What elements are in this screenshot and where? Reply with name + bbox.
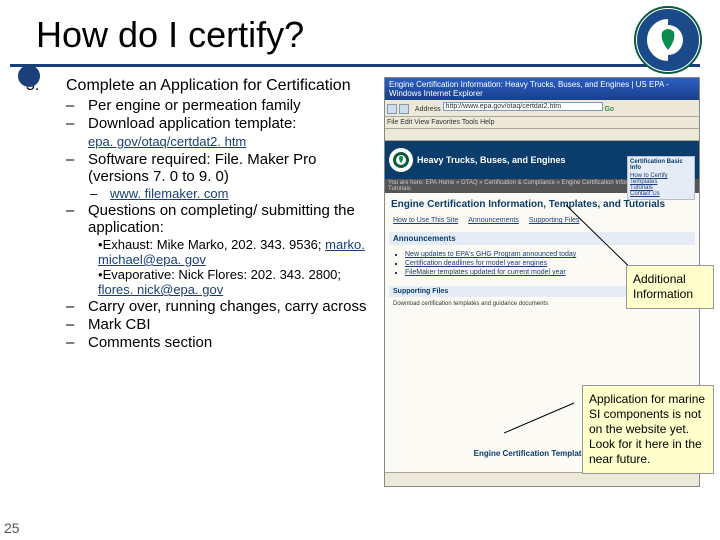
callout-marine-si: Application for marine SI components is … bbox=[582, 385, 714, 474]
nav-link: How to Use This Site bbox=[393, 217, 458, 224]
epa-logo bbox=[634, 6, 702, 74]
browser-toolbar: Address http://www.epa.gov/otaq/certdat2… bbox=[385, 100, 699, 117]
status-bar bbox=[385, 472, 699, 486]
contact-evaporative: Evaporative: Nick Flores: 202. 343. 2800… bbox=[103, 267, 341, 282]
step-heading: Complete an Application for Certificatio… bbox=[66, 77, 378, 95]
bullet-software-required: Software required: File. Maker Pro (vers… bbox=[88, 151, 378, 185]
address-bar: http://www.epa.gov/otaq/certdat2.htm bbox=[443, 102, 603, 111]
bullet-engine-family: Per engine or permeation family bbox=[88, 97, 378, 114]
content-outline: 5. Complete an Application for Certifica… bbox=[26, 77, 378, 487]
bullet-mark-cbi: Mark CBI bbox=[88, 316, 378, 333]
page-number: 25 bbox=[4, 520, 20, 536]
bullet-questions: Questions on completing/ submitting the … bbox=[88, 202, 378, 236]
bullet-carry-over: Carry over, running changes, carry acros… bbox=[88, 298, 378, 315]
slide-title: How do I certify? bbox=[0, 0, 720, 64]
bullet-download-template: Download application template: bbox=[88, 115, 378, 132]
epa-seal-icon bbox=[389, 148, 413, 172]
back-icon bbox=[387, 104, 397, 114]
sidebar-box: Certification Basic Info How to Certify … bbox=[627, 156, 695, 200]
link-template-url[interactable]: epa. gov/otaq/certdat2. htm bbox=[88, 134, 246, 149]
browser-linkbar bbox=[385, 129, 699, 141]
bullet-comments: Comments section bbox=[88, 334, 378, 351]
forward-icon bbox=[399, 104, 409, 114]
go-button: Go bbox=[605, 106, 614, 113]
window-titlebar: Engine Certification Information: Heavy … bbox=[385, 78, 699, 100]
link-filemaker[interactable]: www. filemaker. com bbox=[110, 186, 228, 201]
callout-line-2 bbox=[504, 397, 584, 437]
nav-link: Announcements bbox=[468, 217, 519, 224]
epa-header-title: Heavy Trucks, Buses, and Engines bbox=[417, 155, 566, 165]
link-email-flores[interactable]: flores. nick@epa. gov bbox=[98, 282, 223, 297]
callout-additional-info: Additional Information bbox=[626, 265, 714, 309]
decorative-dot bbox=[18, 65, 40, 87]
contact-exhaust: Exhaust: Mike Marko, 202. 343. 9536; bbox=[103, 237, 322, 252]
browser-menubar: File Edit View Favorites Tools Help bbox=[385, 117, 699, 129]
